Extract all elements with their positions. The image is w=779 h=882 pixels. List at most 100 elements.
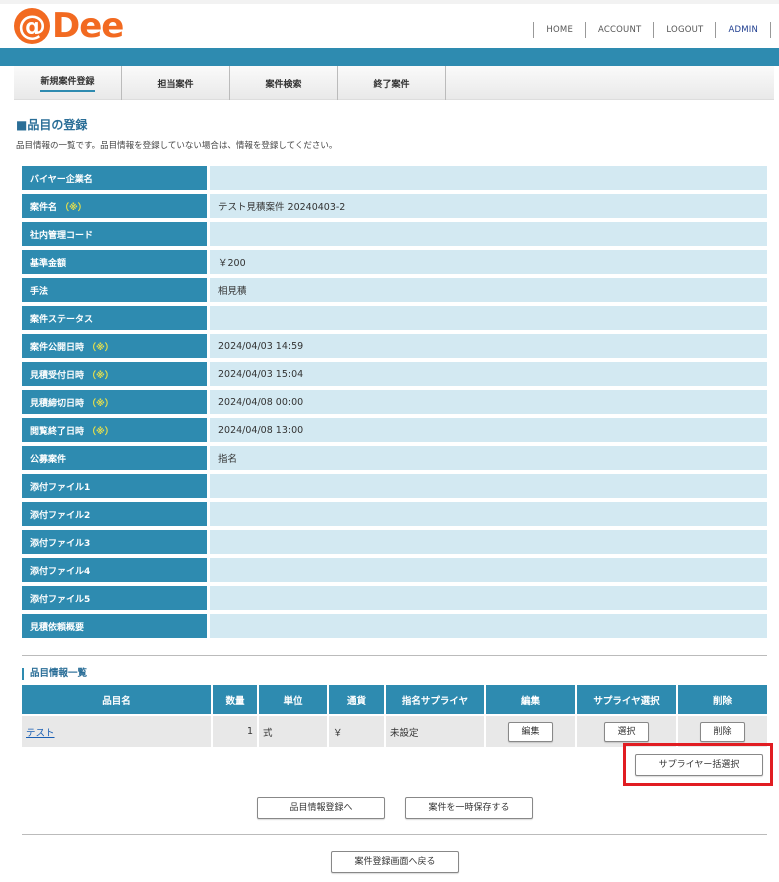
info-value: テスト見積案件 20240403-2 [210, 194, 767, 218]
item-name-link[interactable]: テスト [26, 728, 55, 739]
tab-search[interactable]: 案件検索 [230, 66, 338, 100]
tab-label: 案件検索 [265, 79, 302, 90]
top-nav: HOME ACCOUNT LOGOUT ADMIN [533, 22, 771, 38]
divider [22, 655, 767, 656]
col-header: 品目名 [22, 685, 213, 715]
info-value: 2024/04/03 15:04 [210, 362, 767, 386]
info-value [210, 166, 767, 190]
info-row: 添付ファイル2 [22, 502, 767, 526]
select-supplier-button[interactable]: 選択 [604, 721, 649, 742]
info-value [210, 306, 767, 330]
info-label: 手法 [22, 278, 207, 302]
info-row: 添付ファイル3 [22, 530, 767, 554]
info-row: 社内管理コード [22, 222, 767, 246]
col-header: 削除 [677, 685, 767, 715]
info-row: 基準金額 ￥200 [22, 250, 767, 274]
info-row: バイヤー企業名 [22, 166, 767, 190]
bulk-supplier-select-button[interactable]: サプライヤー括選択 [635, 754, 763, 776]
info-label-text: 案件名 [30, 202, 58, 213]
info-label: 見積依頼概要 [22, 614, 207, 638]
info-label: 基準金額 [22, 250, 207, 274]
item-name-cell: テスト [22, 714, 213, 747]
info-label: 公募案件 [22, 446, 207, 470]
item-unit: 式 [258, 714, 329, 747]
info-label-text: 公募案件 [30, 454, 67, 465]
info-value [210, 558, 767, 582]
info-label-text: 添付ファイル4 [30, 566, 91, 577]
nav-logout[interactable]: LOGOUT [653, 22, 715, 38]
required-mark: （※） [60, 202, 87, 213]
logo-wordmark: Dee [52, 6, 124, 46]
info-row: 添付ファイル5 [22, 586, 767, 610]
info-row: 添付ファイル1 [22, 474, 767, 498]
info-row: 手法 相見積 [22, 278, 767, 302]
col-header: 通貨 [328, 685, 386, 715]
main-tabs: 新規案件登録 担当案件 案件検索 終了案件 [14, 66, 774, 100]
register-items-button[interactable]: 品目情報登録へ [257, 797, 385, 819]
item-qty: 1 [212, 714, 259, 747]
nav-home[interactable]: HOME [533, 22, 585, 38]
tab-label: 新規案件登録 [40, 74, 95, 92]
edit-cell: 編集 [485, 714, 577, 747]
required-mark: （※） [87, 426, 114, 437]
info-label-text: 閲覧終了日時 [30, 426, 85, 437]
col-header: サプライヤ選択 [576, 685, 678, 715]
nav-account[interactable]: ACCOUNT [585, 22, 653, 38]
info-row: 案件公開日時 （※） 2024/04/03 14:59 [22, 334, 767, 358]
tab-finished[interactable]: 終了案件 [338, 66, 446, 100]
required-mark: （※） [87, 398, 114, 409]
back-button[interactable]: 案件登録画面へ戻る [331, 851, 459, 873]
tab-label: 終了案件 [373, 79, 410, 90]
info-value: 指名 [210, 446, 767, 470]
info-label-text: 添付ファイル5 [30, 594, 91, 605]
info-value [210, 614, 767, 638]
info-label-text: 案件ステータス [30, 314, 94, 325]
info-label-text: 見積受付日時 [30, 370, 85, 381]
info-label: 案件公開日時 （※） [22, 334, 207, 358]
tab-assigned[interactable]: 担当案件 [122, 66, 230, 100]
info-label-text: 添付ファイル1 [30, 482, 91, 493]
logo-at-mark: @ [14, 8, 50, 44]
info-label-text: バイヤー企業名 [30, 174, 93, 185]
info-value [210, 474, 767, 498]
tab-label: 担当案件 [157, 79, 194, 90]
info-label: 案件名 （※） [22, 194, 207, 218]
info-label: バイヤー企業名 [22, 166, 207, 190]
info-label: 見積受付日時 （※） [22, 362, 207, 386]
col-header: 指名サプライヤ [385, 685, 486, 715]
col-header: 編集 [485, 685, 577, 715]
header-bar [0, 48, 779, 66]
info-label-text: 手法 [30, 286, 49, 297]
edit-button[interactable]: 編集 [508, 721, 553, 742]
info-label: 添付ファイル5 [22, 586, 207, 610]
info-value [210, 222, 767, 246]
info-row: 見積締切日時 （※） 2024/04/08 00:00 [22, 390, 767, 414]
items-table: 品目名 数量 単位 通貨 指名サプライヤ 編集 サプライヤ選択 削除 テスト 1… [22, 685, 767, 747]
info-value: 2024/04/08 13:00 [210, 418, 767, 442]
info-value [210, 530, 767, 554]
required-mark: （※） [87, 370, 114, 381]
info-value: 相見積 [210, 278, 767, 302]
item-currency: ￥ [328, 714, 386, 747]
info-label-text: 添付ファイル2 [30, 510, 91, 521]
info-label: 社内管理コード [22, 222, 207, 246]
dee-logo[interactable]: @ Dee [14, 6, 124, 46]
info-value: 2024/04/03 14:59 [210, 334, 767, 358]
items-list-title: 品目情報一覧 [22, 668, 87, 680]
info-row: 案件ステータス [22, 306, 767, 330]
info-row: 閲覧終了日時 （※） 2024/04/08 13:00 [22, 418, 767, 442]
required-mark: （※） [87, 342, 114, 353]
delete-button[interactable]: 削除 [700, 721, 745, 742]
page-title: ■品目の登録 [16, 118, 88, 132]
info-label-text: 基準金額 [30, 258, 67, 269]
info-label-text: 添付ファイル3 [30, 538, 91, 549]
info-row: 公募案件 指名 [22, 446, 767, 470]
info-label: 添付ファイル3 [22, 530, 207, 554]
info-label-text: 見積依頼概要 [30, 622, 85, 633]
tab-new-project[interactable]: 新規案件登録 [14, 66, 122, 100]
col-header: 単位 [258, 685, 329, 715]
save-draft-button[interactable]: 案件を一時保存する [405, 797, 533, 819]
info-label: 添付ファイル4 [22, 558, 207, 582]
info-label-text: 案件公開日時 [30, 342, 85, 353]
nav-admin[interactable]: ADMIN [715, 22, 771, 38]
